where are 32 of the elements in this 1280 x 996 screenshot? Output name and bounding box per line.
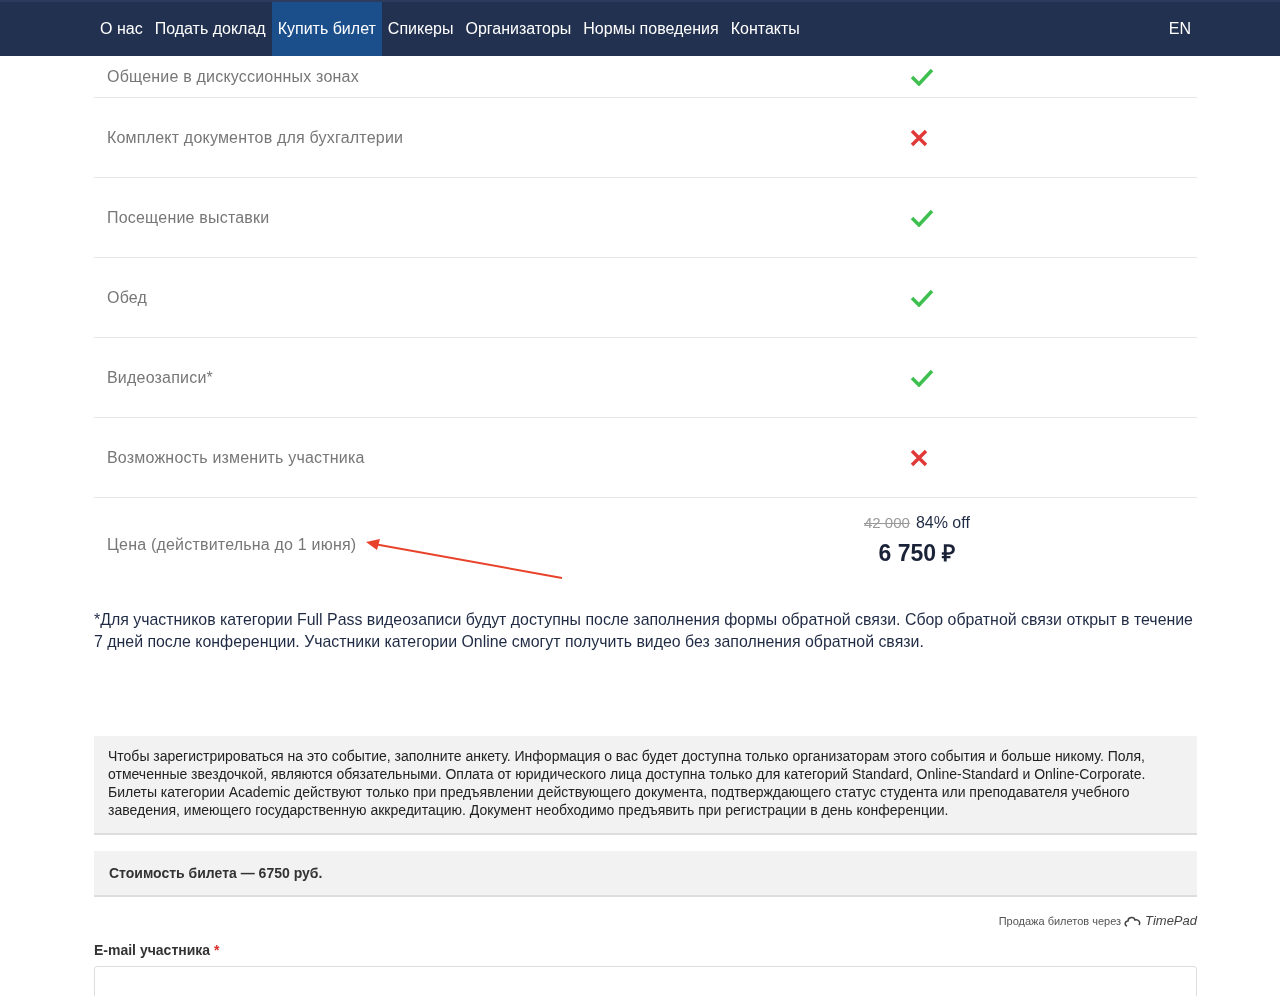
nav-tab[interactable]: Контакты <box>724 2 806 56</box>
old-price: 42 000 <box>864 514 910 531</box>
nav-tab[interactable]: Подать доклад <box>148 2 272 56</box>
provider-logo[interactable]: TimePad <box>1145 913 1197 928</box>
feature-label: Возможность изменить участника <box>106 448 365 467</box>
ticket-cost: Стоимость билета — 6750 руб. <box>94 851 1197 897</box>
price: 6 750 ₽ <box>878 539 956 568</box>
check-icon <box>910 67 934 86</box>
check-icon <box>910 368 934 387</box>
nav-tab[interactable]: Нормы поведения <box>577 2 725 56</box>
discount: 84% off <box>915 514 970 531</box>
footnote: *Для участников категории Full Pass видеозаписи будут доступны после заполнения формы обратной связи. Сбор обратной связи открыт в течение 7 дней после конференции. Участники категории Online смогут получить видео без заполнения обратной связи. <box>94 610 1194 652</box>
feature-label: Общение в дискуссионных зонах <box>106 67 359 86</box>
cross-icon <box>910 128 928 147</box>
info-panel: Чтобы зарегистрироваться на это событие, заполните анкету. Информация о вас будет доступна только организаторам этого события и больше никому. Поля, отмеченные звездочкой, являются обязательными. Оплата от юридического лица доступна только для категорий Standard, Online-Standard и Online-Corporate. Билеты категории Academic действуют только при предъявлении действующего документа, подтверждающего статус студента или преподавателя учебного заведения, имеющего государственную аккредитацию. Документ необходимо предъявить при регистрации в день конференции. <box>94 736 1197 835</box>
feature-label: Обед <box>106 288 148 307</box>
nav-tab[interactable]: Спикеры <box>381 2 460 56</box>
email-field[interactable] <box>94 966 1197 996</box>
nav-tab[interactable]: О нас <box>94 2 149 56</box>
email-label: E-mail участника <box>94 942 211 958</box>
check-icon <box>910 288 934 307</box>
price-label: Цена (действительна до 1 июня) <box>106 536 357 554</box>
cross-icon <box>910 448 928 467</box>
feature-label: Посещение выставки <box>106 208 270 227</box>
check-icon <box>910 208 934 227</box>
nav-tab[interactable]: Организаторы <box>459 2 578 56</box>
feature-label: Видеозаписи* <box>106 368 213 387</box>
feature-label: Комплект документов для бухгалтерии <box>106 128 404 147</box>
nav-tab[interactable]: Купить билет <box>271 2 382 56</box>
required-mark: * <box>214 942 220 958</box>
language-link[interactable]: EN <box>1168 2 1191 56</box>
sold-via-text: Продажа билетов через <box>998 914 1122 927</box>
